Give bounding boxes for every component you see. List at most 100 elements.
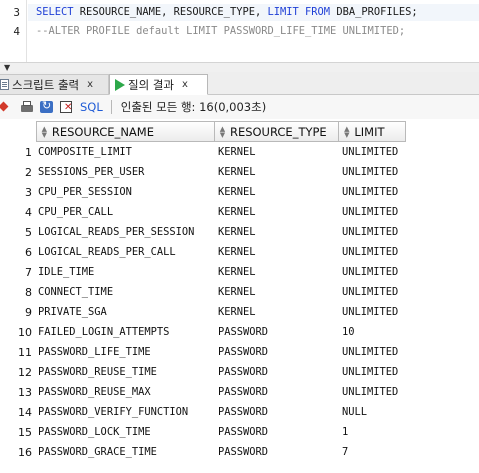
cell-limit[interactable]: UNLIMITED <box>342 346 412 358</box>
cell-resource-name[interactable]: PASSWORD_GRACE_TIME <box>36 446 218 458</box>
cell-limit[interactable]: UNLIMITED <box>342 226 412 238</box>
row-number: 11 <box>18 345 32 359</box>
cell-limit[interactable]: UNLIMITED <box>342 286 412 298</box>
code-comment: --ALTER PROFILE default LIMIT PASSWORD_L… <box>36 25 406 37</box>
cell-resource-type[interactable]: PASSWORD <box>218 446 342 458</box>
cell-resource-name[interactable]: SESSIONS_PER_USER <box>36 166 218 178</box>
cell-resource-name[interactable]: CONNECT_TIME <box>36 286 218 298</box>
sort-icon: ▲ ▼ <box>344 124 350 139</box>
tab-label: 스크립트 출력 <box>12 77 80 92</box>
table-row[interactable]: 11 PASSWORD_LIFE_TIME PASSWORD UNLIMITED <box>0 342 412 362</box>
cell-limit[interactable]: UNLIMITED <box>342 206 412 218</box>
row-number: 14 <box>18 405 32 419</box>
cell-limit[interactable]: UNLIMITED <box>342 186 412 198</box>
cell-limit[interactable]: 1 <box>342 426 412 438</box>
cell-resource-type[interactable]: KERNEL <box>218 146 342 158</box>
cell-resource-name[interactable]: PASSWORD_REUSE_TIME <box>36 366 218 378</box>
cell-resource-type[interactable]: PASSWORD <box>218 406 342 418</box>
cell-resource-type[interactable]: KERNEL <box>218 206 342 218</box>
cell-resource-type[interactable]: KERNEL <box>218 266 342 278</box>
row-number: 2 <box>25 165 32 179</box>
cell-resource-name[interactable]: PASSWORD_REUSE_MAX <box>36 386 218 398</box>
table-row[interactable]: 5 LOGICAL_READS_PER_SESSION KERNEL UNLIMITE… <box>0 222 412 242</box>
sql-button[interactable]: SQL <box>80 100 103 114</box>
cell-resource-type[interactable]: KERNEL <box>218 226 342 238</box>
table-row[interactable]: 12 PASSWORD_REUSE_TIME PASSWORD UNLIMITED <box>0 362 412 382</box>
cell-resource-name[interactable]: CPU_PER_SESSION <box>36 186 218 198</box>
column-header-resource-name[interactable]: ▲ ▼ RESOURCE_NAME <box>35 121 215 142</box>
cell-limit[interactable]: UNLIMITED <box>342 146 412 158</box>
table-row[interactable]: 1 COMPOSITE_LIMIT KERNEL UNLIMITED <box>0 142 412 162</box>
row-number: 1 <box>25 145 32 159</box>
cell-resource-type[interactable]: PASSWORD <box>218 366 342 378</box>
column-header-resource-type[interactable]: ▲ ▼ RESOURCE_TYPE <box>214 121 340 142</box>
tab-query-result[interactable]: 질의 결과 x <box>109 74 208 95</box>
column-label: RESOURCE_NAME <box>51 124 154 139</box>
code-line-select[interactable]: SELECT RESOURCE_NAME, RESOURCE_TYPE, LIM… <box>28 4 479 21</box>
cell-resource-name[interactable]: COMPOSITE_LIMIT <box>36 146 218 158</box>
result-grid[interactable]: ▲ ▼ RESOURCE_NAME ▲ ▼ RESOURCE_TYPE ▲ ▼ LIM… <box>0 121 479 473</box>
print-icon[interactable] <box>20 100 34 114</box>
cell-limit[interactable]: UNLIMITED <box>342 306 412 318</box>
keyword: SELECT <box>36 6 74 18</box>
row-number: 8 <box>25 285 32 299</box>
table-row[interactable]: 15 PASSWORD_LOCK_TIME PASSWORD 1 <box>0 422 412 442</box>
close-tab-icon[interactable]: x <box>182 79 188 90</box>
cell-resource-type[interactable]: PASSWORD <box>218 386 342 398</box>
cell-resource-name[interactable]: PRIVATE_SGA <box>36 306 218 318</box>
table-row[interactable]: 3 CPU_PER_SESSION KERNEL UNLIMITED <box>0 182 412 202</box>
cell-resource-type[interactable]: PASSWORD <box>218 346 342 358</box>
table-row[interactable]: 10 FAILED_LOGIN_ATTEMPTS PASSWORD 10 <box>0 322 412 342</box>
toolbar-divider <box>110 100 112 114</box>
cell-limit[interactable]: UNLIMITED <box>342 246 412 258</box>
table-row[interactable]: 7 IDLE_TIME KERNEL UNLIMITED <box>0 262 412 282</box>
cell-resource-type[interactable]: PASSWORD <box>218 326 342 338</box>
cell-limit[interactable]: UNLIMITED <box>342 166 412 178</box>
cell-resource-name[interactable]: CPU_PER_CALL <box>36 206 218 218</box>
table-row[interactable]: 4 CPU_PER_CALL KERNEL UNLIMITED <box>0 202 412 222</box>
cell-limit[interactable]: UNLIMITED <box>342 266 412 278</box>
cell-limit[interactable]: UNLIMITED <box>342 366 412 378</box>
line-number-gutter: 3 4 <box>0 0 26 62</box>
cell-resource-type[interactable]: KERNEL <box>218 306 342 318</box>
cell-resource-type[interactable]: KERNEL <box>218 286 342 298</box>
cell-resource-name[interactable]: PASSWORD_LOCK_TIME <box>36 426 218 438</box>
table-row[interactable]: 13 PASSWORD_REUSE_MAX PASSWORD UNLIMITED <box>0 382 412 402</box>
cell-resource-name[interactable]: LOGICAL_READS_PER_CALL <box>36 246 218 258</box>
line-number: 4 <box>13 25 20 38</box>
cell-resource-name[interactable]: LOGICAL_READS_PER_SESSION <box>36 226 218 238</box>
cell-resource-name[interactable]: PASSWORD_LIFE_TIME <box>36 346 218 358</box>
cell-resource-name[interactable]: FAILED_LOGIN_ATTEMPTS <box>36 326 218 338</box>
tab-label: 질의 결과 <box>128 77 174 92</box>
collapse-arrow-icon[interactable]: ▼ <box>4 63 10 72</box>
table-row[interactable]: 16 PASSWORD_GRACE_TIME PASSWORD 7 <box>0 442 412 462</box>
table-row[interactable]: 8 CONNECT_TIME KERNEL UNLIMITED <box>0 282 412 302</box>
pin-icon[interactable] <box>0 100 14 114</box>
clear-icon[interactable] <box>60 100 74 114</box>
cell-resource-type[interactable]: PASSWORD <box>218 426 342 438</box>
grid-header: ▲ ▼ RESOURCE_NAME ▲ ▼ RESOURCE_TYPE ▲ ▼ LIM… <box>0 121 407 142</box>
cell-resource-type[interactable]: KERNEL <box>218 246 342 258</box>
sql-editor[interactable]: 3 4 SELECT RESOURCE_NAME, RESOURCE_TYPE,… <box>0 0 479 62</box>
table-row[interactable]: 6 LOGICAL_READS_PER_CALL KERNEL UNLIMITED <box>0 242 412 262</box>
cell-limit[interactable]: 7 <box>342 446 412 458</box>
refresh-icon[interactable] <box>40 99 54 114</box>
table-row[interactable]: 9 PRIVATE_SGA KERNEL UNLIMITED <box>0 302 412 322</box>
cell-resource-type[interactable]: KERNEL <box>218 166 342 178</box>
play-icon <box>115 78 125 91</box>
cell-limit[interactable]: UNLIMITED <box>342 386 412 398</box>
row-number: 6 <box>25 245 32 259</box>
cell-resource-name[interactable]: IDLE_TIME <box>36 266 218 278</box>
row-number: 12 <box>18 365 32 379</box>
code-line-comment[interactable]: --ALTER PROFILE default LIMIT PASSWORD_L… <box>36 24 405 39</box>
table-row[interactable]: 2 SESSIONS_PER_USER KERNEL UNLIMITED <box>0 162 412 182</box>
tab-script-output[interactable]: 스크립트 출력 x <box>0 74 109 95</box>
cell-limit[interactable]: NULL <box>342 406 412 418</box>
cell-resource-type[interactable]: KERNEL <box>218 186 342 198</box>
cell-resource-name[interactable]: PASSWORD_VERIFY_FUNCTION <box>36 406 218 418</box>
column-header-limit[interactable]: ▲ ▼ LIMIT <box>339 121 407 142</box>
row-number: 15 <box>18 425 32 439</box>
table-row[interactable]: 14 PASSWORD_VERIFY_FUNCTION PASSWORD NULL <box>0 402 412 422</box>
cell-limit[interactable]: 10 <box>342 326 412 338</box>
close-tab-icon[interactable]: x <box>87 79 93 90</box>
